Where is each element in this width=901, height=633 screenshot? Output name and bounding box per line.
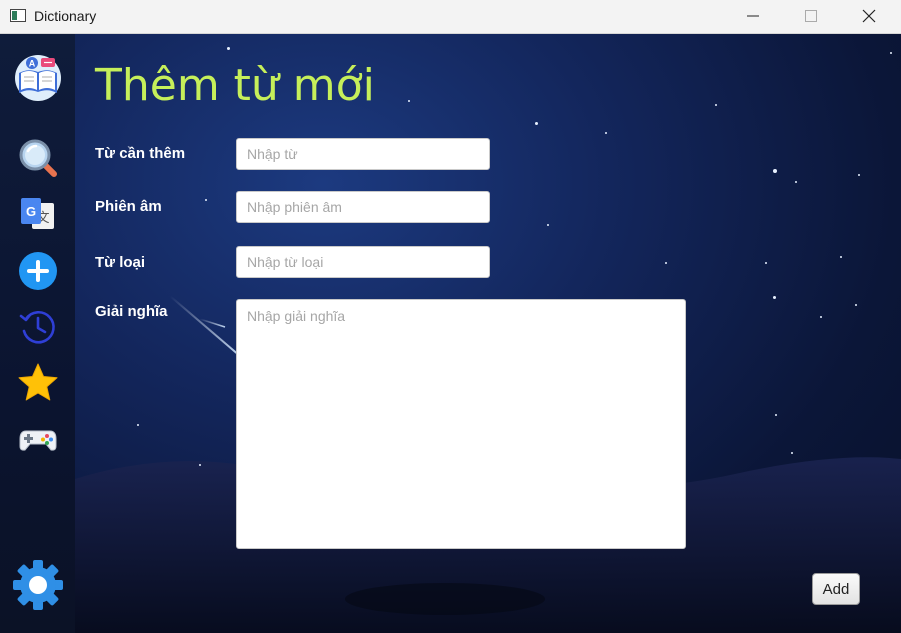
star xyxy=(205,199,207,201)
word-type-input[interactable] xyxy=(236,246,490,278)
star xyxy=(773,296,776,299)
magnifier-icon xyxy=(19,139,57,177)
sidebar-item-dictionary[interactable]: A xyxy=(0,50,75,106)
star-icon xyxy=(18,363,57,401)
pronunciation-input[interactable] xyxy=(236,191,490,223)
star xyxy=(773,169,777,173)
window-title: Dictionary xyxy=(34,8,97,24)
maximize-button[interactable] xyxy=(788,0,834,33)
sidebar-item-settings[interactable] xyxy=(0,558,75,612)
star xyxy=(137,424,139,426)
window-titlebar: Dictionary xyxy=(0,0,901,34)
star xyxy=(408,100,410,102)
minimize-icon xyxy=(747,15,759,17)
svg-text:G: G xyxy=(25,204,35,219)
star xyxy=(775,414,777,416)
star xyxy=(535,122,538,125)
star xyxy=(820,316,822,318)
star xyxy=(605,132,607,134)
pronunciation-label: Phiên âm xyxy=(95,198,162,215)
star xyxy=(890,52,892,54)
star xyxy=(715,104,717,106)
sidebar-item-history[interactable] xyxy=(0,302,75,352)
close-button[interactable] xyxy=(846,0,892,33)
meaning-textarea[interactable] xyxy=(236,299,686,549)
sidebar-item-add-word[interactable] xyxy=(0,246,75,296)
star xyxy=(665,262,667,264)
plus-circle-icon xyxy=(18,252,57,290)
sidebar-item-favorites[interactable] xyxy=(0,358,75,408)
gamepad-icon xyxy=(19,430,56,451)
add-word-panel: Thêm từ mới Từ cần thêm Phiên âm Từ loại… xyxy=(75,34,901,633)
gear-icon xyxy=(12,560,63,610)
star xyxy=(547,224,549,226)
app-window-icon xyxy=(10,9,26,22)
meaning-label: Giải nghĩa xyxy=(95,303,168,320)
word-input[interactable] xyxy=(236,138,490,170)
maximize-icon xyxy=(805,10,817,22)
sidebar-item-translate[interactable]: 文 G xyxy=(0,189,75,239)
word-label: Từ cần thêm xyxy=(95,145,186,162)
sidebar-item-game[interactable] xyxy=(0,414,75,464)
page-title: Thêm từ mới xyxy=(95,60,375,111)
sidebar-item-search[interactable] xyxy=(0,133,75,183)
history-icon xyxy=(19,310,55,344)
google-translate-icon: 文 G xyxy=(20,198,54,229)
star xyxy=(858,174,860,176)
book-icon: A xyxy=(14,55,61,101)
star xyxy=(765,262,767,264)
star xyxy=(840,256,842,258)
star xyxy=(227,47,230,50)
minimize-button[interactable] xyxy=(730,0,776,33)
star xyxy=(791,452,793,454)
svg-text:A: A xyxy=(28,59,35,69)
star xyxy=(199,464,201,466)
star xyxy=(795,181,797,183)
close-icon xyxy=(862,9,876,23)
word-type-label: Từ loại xyxy=(95,254,146,271)
add-button[interactable]: Add xyxy=(812,573,860,605)
star xyxy=(855,304,857,306)
sidebar: A 文 G xyxy=(0,34,75,633)
